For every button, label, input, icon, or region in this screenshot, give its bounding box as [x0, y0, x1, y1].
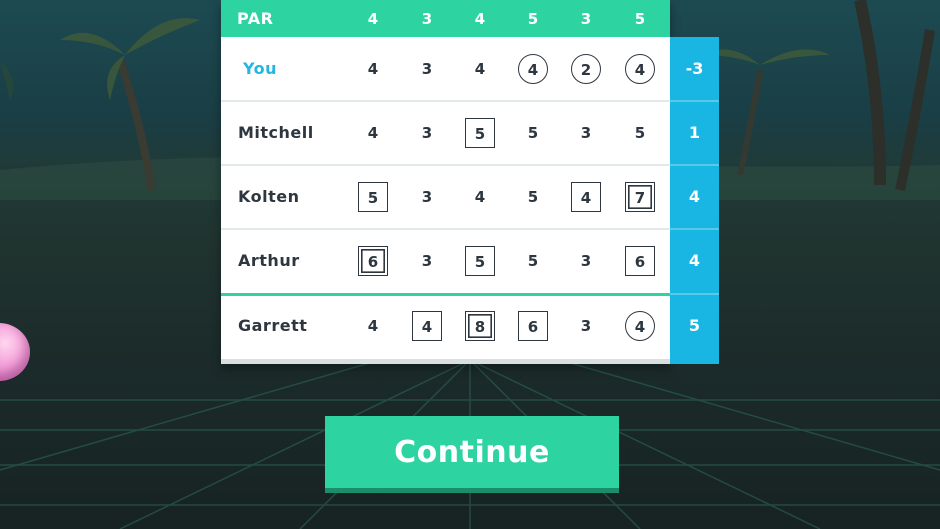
score-hole-5: 2 — [571, 54, 601, 84]
row-divider — [221, 293, 670, 296]
score-hole-2: 3 — [421, 60, 433, 78]
score-hole-3: 5 — [465, 118, 495, 148]
score-hole-1: 5 — [358, 182, 388, 212]
player-name: Arthur — [238, 251, 300, 270]
par-hole-6: 5 — [634, 10, 646, 28]
score-hole-4: 4 — [518, 54, 548, 84]
score-hole-5: 3 — [580, 252, 592, 270]
score-hole-3: 8 — [465, 311, 495, 341]
score-hole-4: 5 — [527, 124, 539, 142]
par-hole-5: 3 — [580, 10, 592, 28]
score-hole-1: 4 — [367, 60, 379, 78]
score-hole-2: 3 — [421, 124, 433, 142]
par-row: PAR 4 3 4 5 3 5 — [221, 0, 670, 37]
score-hole-6: 6 — [625, 246, 655, 276]
score-hole-1: 4 — [367, 317, 379, 335]
score-hole-3: 4 — [474, 188, 486, 206]
score-hole-2: 4 — [412, 311, 442, 341]
player-name: You — [243, 59, 277, 78]
score-hole-6: 4 — [625, 311, 655, 341]
score-hole-5: 3 — [580, 124, 592, 142]
score-hole-2: 3 — [421, 188, 433, 206]
row-divider — [221, 164, 670, 166]
total-divider — [670, 293, 719, 295]
score-hole-4: 5 — [527, 252, 539, 270]
player-total: 4 — [688, 187, 701, 206]
row-divider — [221, 228, 670, 230]
par-label: PAR — [237, 9, 274, 28]
score-hole-3: 4 — [474, 60, 486, 78]
scorecard: PAR 4 3 4 5 3 5 You 4 3 4 4 2 4 Mitchell 4 3 5 5 3 5 K… — [221, 0, 670, 364]
row-divider — [221, 100, 670, 102]
score-hole-3: 5 — [465, 246, 495, 276]
par-hole-1: 4 — [367, 10, 379, 28]
continue-button[interactable]: Continue — [325, 416, 619, 488]
total-divider — [670, 164, 719, 166]
par-hole-3: 4 — [474, 10, 486, 28]
score-hole-6: 7 — [625, 182, 655, 212]
player-total: -3 — [685, 59, 704, 78]
score-hole-4: 6 — [518, 311, 548, 341]
player-total: 1 — [688, 123, 701, 142]
score-hole-1: 4 — [367, 124, 379, 142]
score-hole-4: 5 — [527, 188, 539, 206]
player-total: 5 — [688, 316, 701, 335]
total-divider — [670, 100, 719, 102]
score-hole-5: 3 — [580, 317, 592, 335]
total-divider — [670, 228, 719, 230]
player-name: Mitchell — [238, 123, 314, 142]
player-name: Garrett — [238, 316, 308, 335]
player-name: Kolten — [238, 187, 300, 206]
score-hole-5: 4 — [571, 182, 601, 212]
par-hole-4: 5 — [527, 10, 539, 28]
score-hole-6: 5 — [634, 124, 646, 142]
player-total: 4 — [688, 251, 701, 270]
par-hole-2: 3 — [421, 10, 433, 28]
score-hole-1: 6 — [358, 246, 388, 276]
score-hole-6: 4 — [625, 54, 655, 84]
score-hole-2: 3 — [421, 252, 433, 270]
total-column: -3 1 4 4 5 — [670, 37, 719, 364]
